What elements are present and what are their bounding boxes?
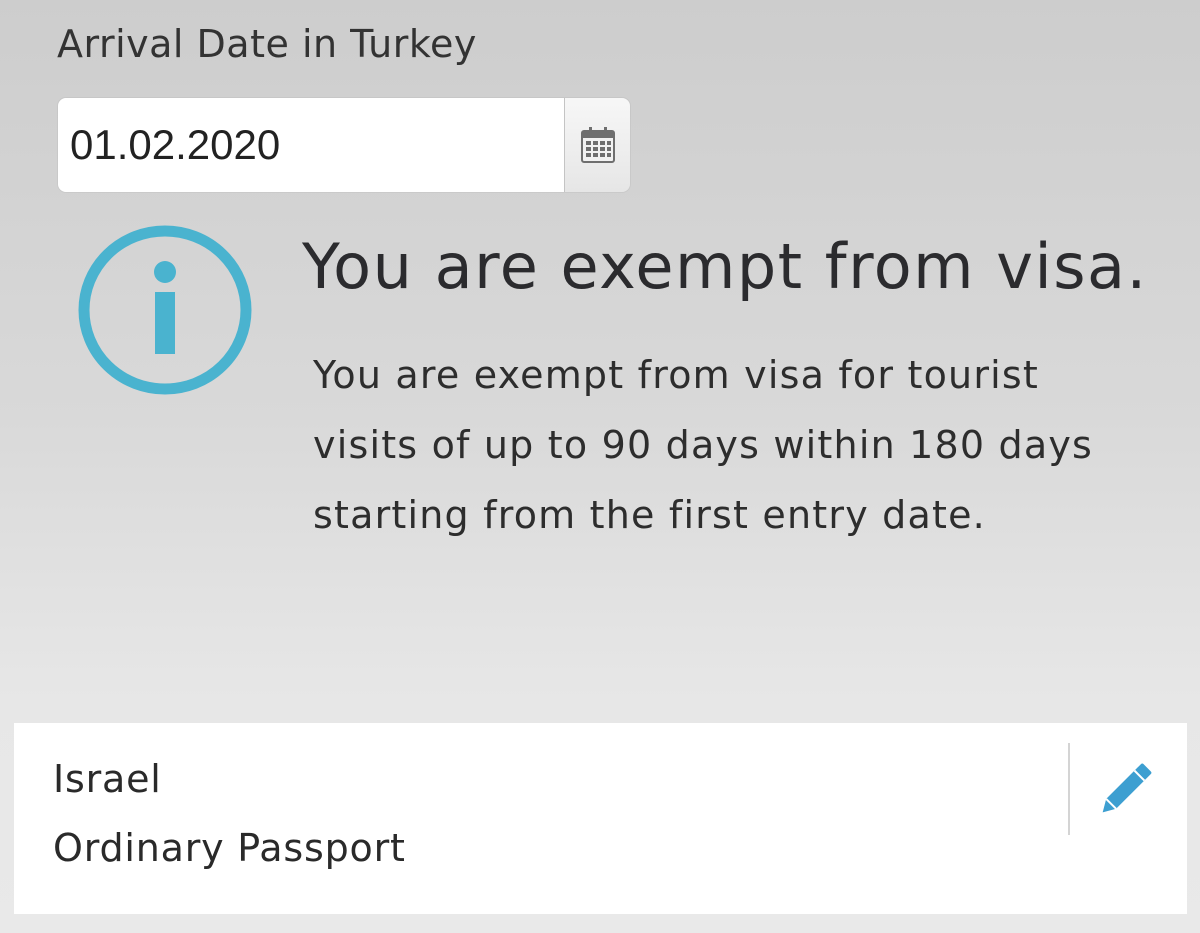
calendar-button[interactable] [564, 98, 630, 192]
calendar-icon [580, 127, 615, 163]
arrival-date-label: Arrival Date in Turkey [57, 22, 477, 66]
arrival-date-input[interactable] [58, 98, 564, 192]
result-title: You are exempt from visa. [302, 230, 1148, 303]
arrival-date-picker [58, 98, 630, 192]
edit-button[interactable] [1086, 753, 1166, 825]
card-divider [1068, 743, 1070, 835]
passport-card: Israel Ordinary Passport [14, 723, 1187, 914]
passport-type: Ordinary Passport [53, 826, 406, 870]
pencil-icon [1102, 763, 1152, 813]
result-message: You are exempt from visa for tourist vis… [313, 353, 1094, 537]
country-name: Israel [53, 757, 162, 801]
info-icon [78, 225, 252, 395]
